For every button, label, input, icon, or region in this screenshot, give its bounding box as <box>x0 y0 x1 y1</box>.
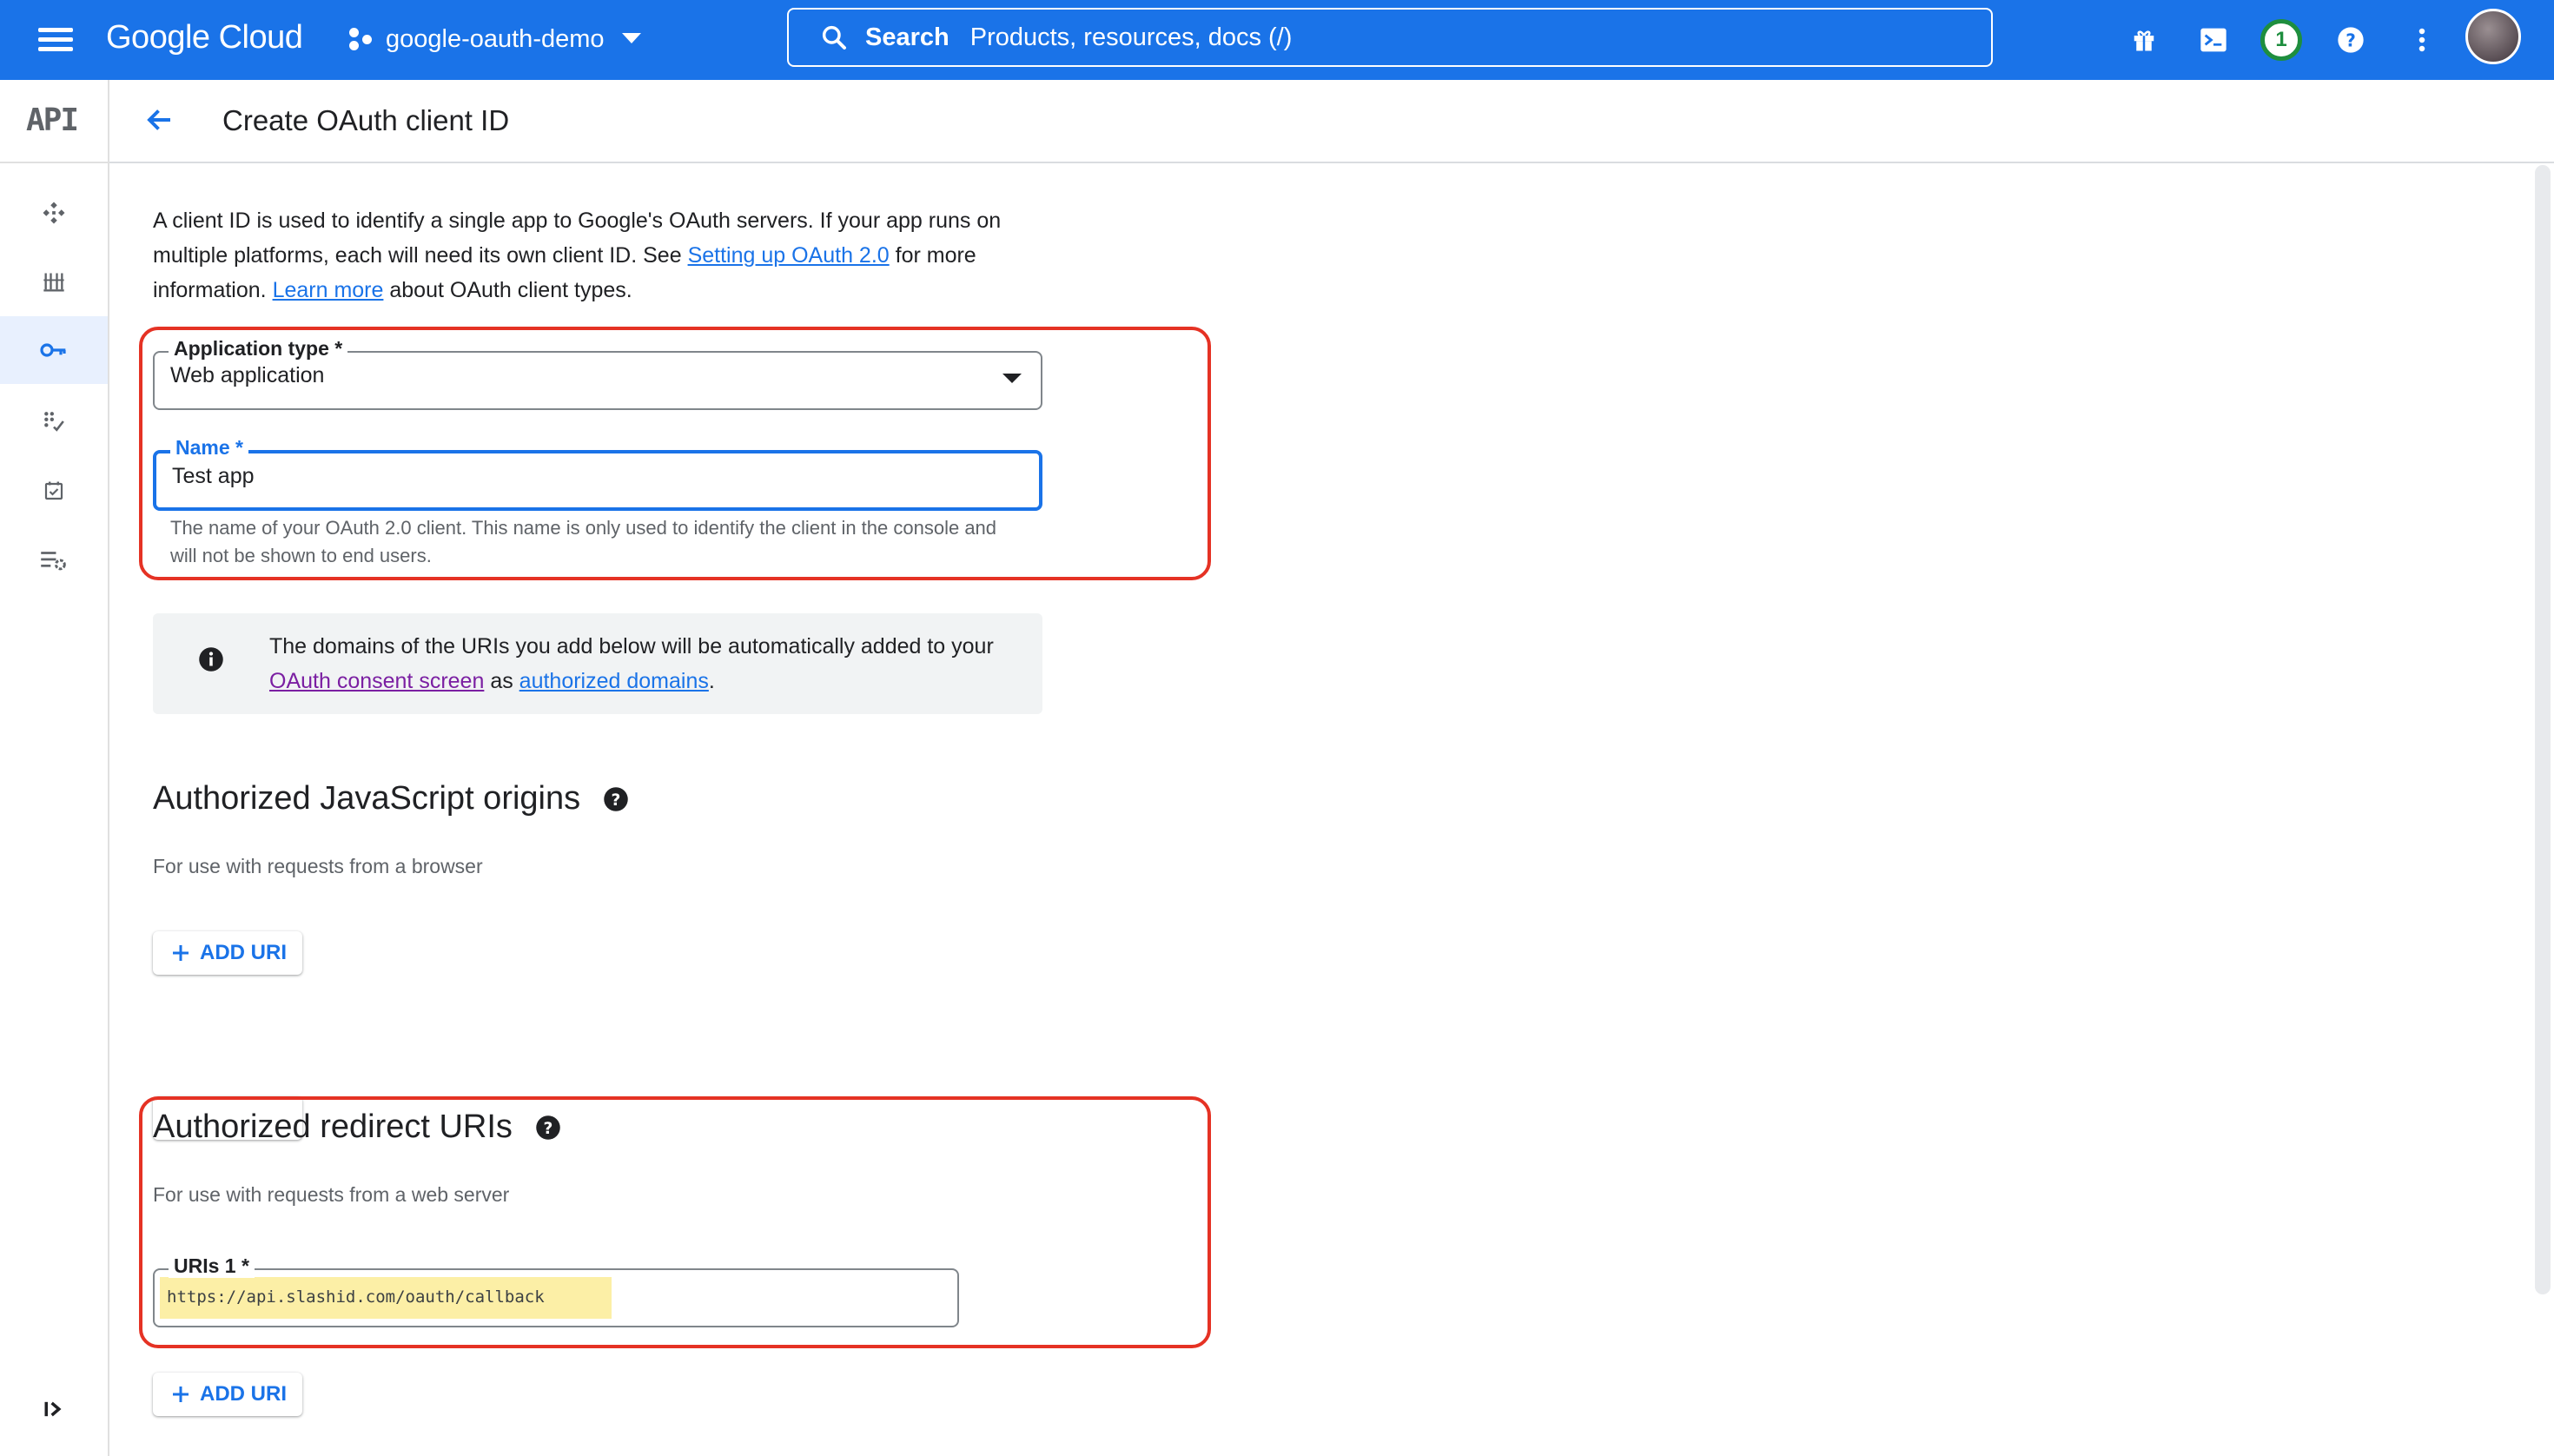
chevron-down-icon <box>621 33 641 43</box>
setting-up-oauth-link[interactable]: Setting up OAuth 2.0 <box>688 243 890 268</box>
library-icon <box>43 273 64 292</box>
sidebar-item-library[interactable] <box>0 248 108 316</box>
key-icon <box>40 343 66 357</box>
redirect-uris-title: Authorized redirect URIs <box>153 1109 513 1145</box>
authorized-domains-link[interactable]: authorized domains <box>519 669 709 693</box>
top-bar: Google Cloud google-oauth-demo Search Pr… <box>0 0 2554 80</box>
info-text: The domains of the URIs you add below wi… <box>269 629 1016 698</box>
avatar[interactable] <box>2465 9 2521 64</box>
js-origins-title: Authorized JavaScript origins <box>153 780 581 817</box>
page-header: Create OAuth client ID <box>109 80 2554 163</box>
add-redirect-uri-button[interactable]: ADD URI <box>153 1373 302 1416</box>
checkbox-icon <box>44 481 63 500</box>
svg-text:?: ? <box>543 1119 552 1137</box>
project-icon <box>347 26 374 52</box>
intro-text: A client ID is used to identify a single… <box>153 203 1056 308</box>
redirect-uri-value: https://api.slashid.com/oauth/callback <box>155 1270 545 1324</box>
add-uri-label: ADD URI <box>200 1382 287 1406</box>
google-cloud-logo[interactable]: Google Cloud <box>106 16 303 59</box>
name-label: Name * <box>170 436 248 460</box>
notifications-badge[interactable]: 1 <box>2260 19 2302 61</box>
gift-icon[interactable] <box>2123 19 2165 61</box>
redirect-uri-text: https://api.slashid.com/oauth/callback <box>167 1287 545 1307</box>
sidebar-item-enabled-apis[interactable] <box>0 179 108 247</box>
help-icon[interactable]: ? <box>2330 19 2372 61</box>
redirect-uris-heading: Authorized redirect URIs ? <box>153 1109 561 1146</box>
add-uri-label: ADD URI <box>200 941 287 964</box>
project-name: google-oauth-demo <box>386 24 605 53</box>
name-input[interactable]: Name * Test app <box>153 436 1042 511</box>
scrollbar[interactable] <box>2535 165 2551 1294</box>
sidebar-item-oauth-consent[interactable] <box>0 387 108 455</box>
js-origins-heading: Authorized JavaScript origins ? <box>153 780 629 817</box>
list-settings-icon <box>41 552 66 571</box>
back-arrow-icon[interactable] <box>144 104 175 140</box>
svg-text:?: ? <box>2346 30 2356 50</box>
sidebar-item-page-usage-agreements[interactable] <box>0 457 108 525</box>
intro-text-part: about OAuth client types. <box>383 278 632 302</box>
cloud-shell-icon[interactable] <box>2193 19 2234 61</box>
add-js-origin-button[interactable]: ADD URI <box>153 931 302 975</box>
sidebar: API <box>0 80 109 1456</box>
application-type-select[interactable]: Application type * Web application <box>153 337 1042 410</box>
plus-icon <box>173 1387 189 1402</box>
info-icon <box>199 647 223 672</box>
redirect-uris-subtitle: For use with requests from a web server <box>153 1183 510 1206</box>
help-circle-icon[interactable]: ? <box>535 1115 561 1141</box>
application-type-value: Web application <box>170 363 325 387</box>
info-text-part: . <box>708 669 715 693</box>
consent-icon <box>44 412 64 432</box>
redirect-uri-input[interactable]: https://api.slashid.com/oauth/callback U… <box>153 1254 959 1327</box>
help-circle-icon[interactable]: ? <box>603 786 629 812</box>
more-vert-icon[interactable] <box>2401 19 2443 61</box>
sidebar-item-settings[interactable] <box>0 526 108 594</box>
info-banner: The domains of the URIs you add below wi… <box>153 613 1042 714</box>
api-product-logo[interactable]: API <box>26 103 79 138</box>
search-label: Search <box>865 23 949 51</box>
plus-icon <box>173 945 189 961</box>
info-text-part: as <box>484 669 519 693</box>
search-icon <box>822 25 846 50</box>
name-value: Test app <box>172 464 255 488</box>
js-origins-subtitle: For use with requests from a browser <box>153 855 483 877</box>
page-title: Create OAuth client ID <box>222 104 510 136</box>
project-selector[interactable]: google-oauth-demo <box>347 19 641 59</box>
oauth-consent-screen-link[interactable]: OAuth consent screen <box>269 669 484 693</box>
search-placeholder: Products, resources, docs (/) <box>969 23 1293 51</box>
apis-icon <box>43 202 65 224</box>
dropdown-arrow-icon <box>1002 374 1022 383</box>
redirect-uri-label: URIs 1 * <box>169 1254 255 1278</box>
menu-icon[interactable] <box>35 23 76 57</box>
learn-more-link[interactable]: Learn more <box>273 278 384 302</box>
svg-text:?: ? <box>612 791 621 809</box>
expand-sidebar-icon[interactable] <box>42 1399 66 1424</box>
divider <box>0 162 109 163</box>
application-type-label: Application type * <box>169 337 348 361</box>
info-text-part: The domains of the URIs you add below wi… <box>269 634 994 659</box>
sidebar-item-credentials[interactable] <box>0 316 108 384</box>
search-bar[interactable]: Search Products, resources, docs (/) <box>787 8 1993 67</box>
name-hint: The name of your OAuth 2.0 client. This … <box>170 517 997 566</box>
